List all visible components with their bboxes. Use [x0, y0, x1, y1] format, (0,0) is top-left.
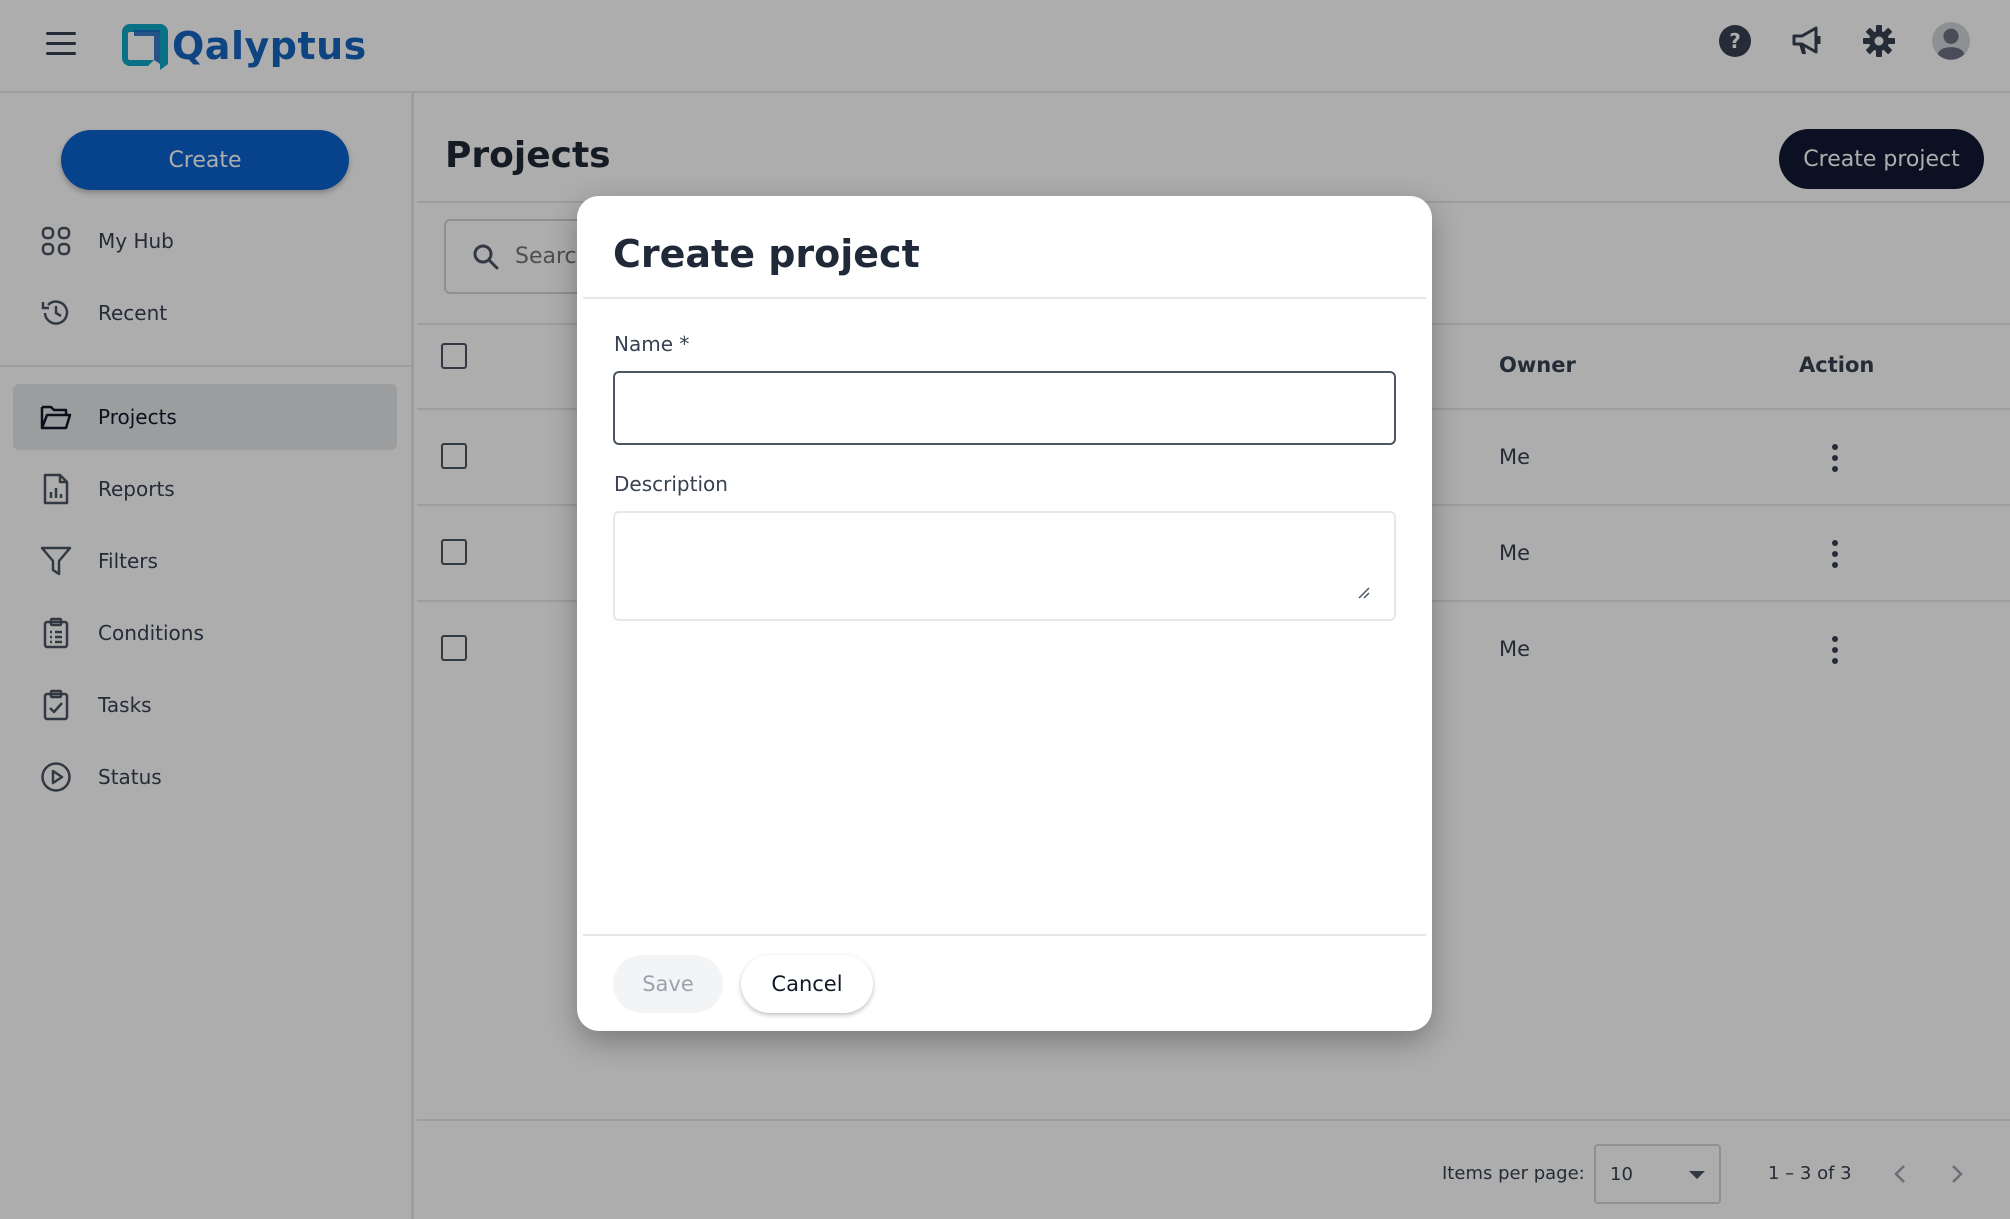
save-button[interactable]: Save: [613, 955, 723, 1013]
description-input[interactable]: [613, 511, 1396, 621]
description-label: Description: [614, 472, 728, 496]
name-label: Name *: [614, 332, 690, 356]
name-input[interactable]: [613, 371, 1396, 445]
resize-handle-icon[interactable]: [1357, 586, 1371, 600]
create-project-dialog: Create project Name * Description Save C…: [577, 196, 1432, 1031]
dialog-divider: [583, 934, 1426, 936]
cancel-button[interactable]: Cancel: [741, 955, 873, 1013]
dialog-title: Create project: [613, 232, 920, 276]
dialog-divider: [583, 297, 1426, 299]
